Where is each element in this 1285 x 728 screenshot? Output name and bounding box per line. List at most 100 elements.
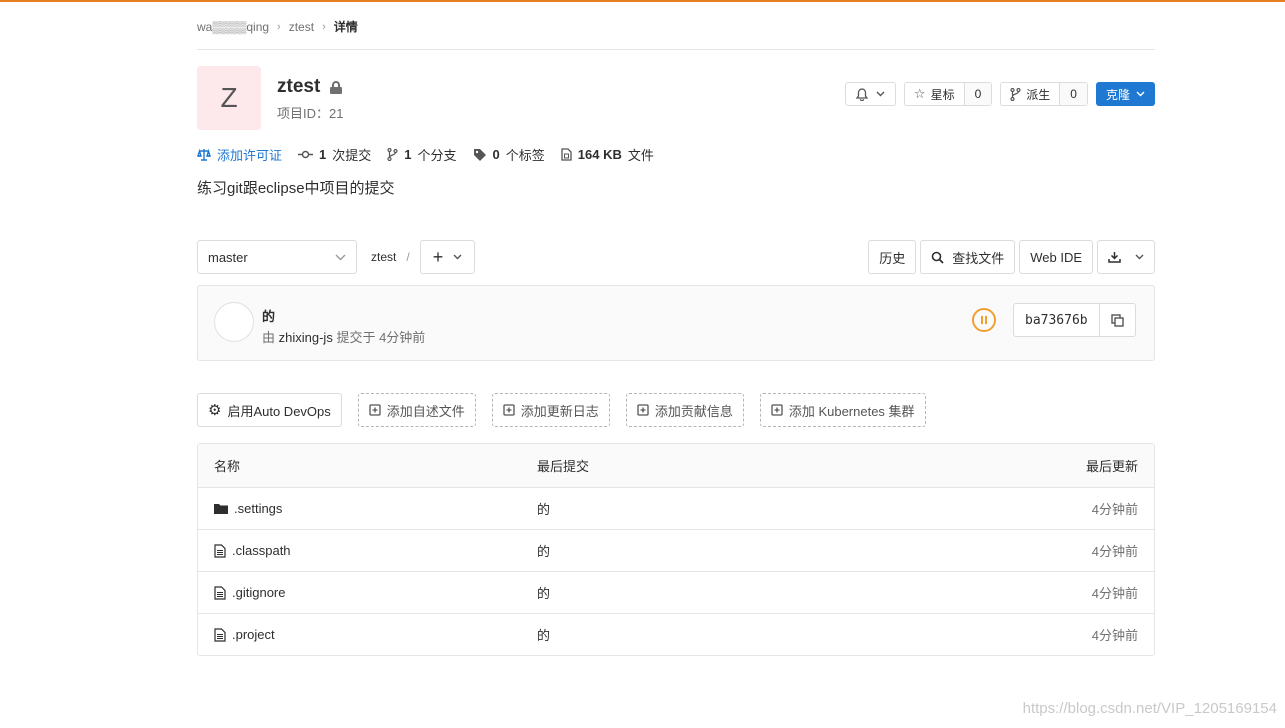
web-ide-label: Web IDE [1030, 249, 1082, 265]
commits-count: 1 [319, 147, 327, 162]
branches-label: 个分支 [417, 148, 457, 163]
auto-devops-button[interactable]: ⚙ 启用Auto DevOps [197, 393, 342, 427]
copy-sha-button[interactable] [1098, 304, 1135, 336]
branch-icon [387, 148, 398, 161]
star-label: 星标 [930, 87, 955, 102]
folder-icon [214, 504, 228, 514]
header-last-commit: 最后提交 [537, 459, 590, 474]
fork-count[interactable]: 0 [1059, 83, 1087, 105]
chevron-down-icon [876, 91, 885, 97]
add-changelog-button[interactable]: 添加更新日志 [491, 393, 610, 427]
branches-stat[interactable]: 1 个分支 [387, 145, 457, 164]
project-description: 练习git跟eclipse中项目的提交 [197, 180, 395, 197]
chevron-right-icon: › [277, 20, 281, 33]
web-ide-button[interactable]: Web IDE [1019, 240, 1093, 274]
file-name[interactable]: .settings [234, 501, 282, 516]
file-icon [214, 627, 226, 642]
commit-meta-prefix: 由 [262, 330, 276, 345]
last-commit-cell[interactable]: 的 [537, 499, 550, 518]
clone-button[interactable]: 克隆 [1095, 82, 1155, 106]
last-update-cell: 4分钟前 [1091, 502, 1138, 517]
last-commit-cell[interactable]: 的 [537, 583, 550, 602]
search-icon [931, 251, 944, 264]
chevron-down-icon [335, 254, 346, 260]
project-stats: 添加许可证 1 次提交 1 个分支 0 个标签 164 KB 文件 [197, 145, 654, 164]
find-file-label: 查找文件 [952, 250, 1005, 266]
add-kubernetes-button[interactable]: 添加 Kubernetes 集群 [759, 393, 926, 427]
pipeline-paused-icon[interactable] [972, 308, 996, 332]
clone-label: 克隆 [1105, 87, 1130, 102]
breadcrumb-owner[interactable]: wa▒▒▒▒qing [197, 20, 269, 34]
plus-square-icon [503, 404, 515, 416]
files-label: 文件 [627, 148, 654, 163]
add-readme-button[interactable]: 添加自述文件 [357, 393, 476, 427]
last-commit-cell[interactable]: 的 [537, 541, 550, 560]
plus-square-icon [771, 404, 783, 416]
author-avatar[interactable] [214, 302, 254, 342]
fork-button[interactable]: 派生 0 [1000, 82, 1088, 106]
project-avatar: Z [197, 66, 261, 130]
fork-icon [1010, 87, 1021, 101]
last-update-cell: 4分钟前 [1091, 586, 1138, 601]
commit-meta-suffix: 提交于 4分钟前 [336, 330, 426, 345]
fork-label: 派生 [1026, 87, 1051, 102]
file-icon [214, 543, 226, 558]
file-name-cell[interactable]: .classpath [214, 543, 291, 558]
commit-sha[interactable]: ba73676b [1014, 304, 1099, 336]
table-row[interactable]: .gitignore 的 4分钟前 [198, 571, 1154, 613]
branch-selector[interactable]: master [197, 240, 357, 274]
find-file-button[interactable]: 查找文件 [920, 240, 1016, 274]
add-contributing-button[interactable]: 添加贡献信息 [625, 393, 744, 427]
file-icon [561, 148, 572, 161]
files-size: 164 KB [577, 147, 622, 162]
history-label: 历史 [879, 250, 906, 266]
add-license-link[interactable]: 添加许可证 [197, 145, 282, 164]
file-name[interactable]: .classpath [232, 543, 291, 558]
file-name-cell[interactable]: .project [214, 627, 275, 642]
project-name: ztest [277, 76, 321, 97]
quick-actions: ⚙ 启用Auto DevOps 添加自述文件 添加更新日志 添加贡献信息 添加 … [197, 393, 926, 427]
table-row[interactable]: .project 的 4分钟前 [198, 613, 1154, 655]
breadcrumb-current[interactable]: 详情 [334, 18, 358, 35]
notification-button[interactable] [844, 82, 896, 106]
download-icon [1108, 252, 1121, 263]
gear-icon: ⚙ [208, 402, 222, 419]
file-name-cell[interactable]: .settings [214, 501, 282, 516]
commit-title[interactable]: 的 [262, 306, 275, 325]
commit-sha-group: ba73676b [1013, 303, 1136, 337]
files-stat[interactable]: 164 KB 文件 [561, 145, 654, 164]
star-count[interactable]: 0 [963, 83, 992, 105]
repo-path-root[interactable]: ztest [371, 250, 396, 264]
last-update-cell: 4分钟前 [1091, 544, 1138, 559]
last-update-cell: 4分钟前 [1091, 628, 1138, 643]
auto-devops-label: 启用Auto DevOps [227, 403, 331, 419]
history-button[interactable]: 历史 [868, 240, 917, 274]
lock-icon [330, 80, 343, 94]
star-button[interactable]: ☆ 星标 0 [903, 82, 993, 106]
plus-square-icon [369, 404, 381, 416]
table-row[interactable]: .settings 的 4分钟前 [198, 487, 1154, 529]
watermark: https://blog.csdn.net/VIP_1205169154 [1022, 700, 1277, 717]
tags-stat[interactable]: 0 个标签 [473, 145, 545, 164]
copy-icon [1110, 313, 1124, 327]
repo-path: ztest / [371, 250, 410, 264]
file-icon [214, 585, 226, 600]
last-commit-cell[interactable]: 的 [537, 625, 550, 644]
breadcrumb-project[interactable]: ztest [289, 20, 314, 34]
chevron-down-icon [1135, 254, 1144, 260]
download-dropdown[interactable] [1097, 240, 1155, 274]
file-name-cell[interactable]: .gitignore [214, 585, 285, 600]
toolbar-right: 历史 查找文件 Web IDE [868, 240, 1155, 274]
star-icon: ☆ [913, 86, 926, 101]
commits-stat[interactable]: 1 次提交 [298, 145, 371, 164]
commit-author[interactable]: zhixing-js [279, 330, 333, 345]
project-title: ztest [277, 76, 343, 98]
table-row[interactable]: .classpath 的 4分钟前 [198, 529, 1154, 571]
tags-count: 0 [492, 147, 500, 162]
file-name[interactable]: .project [232, 627, 275, 642]
file-name[interactable]: .gitignore [232, 585, 285, 600]
file-tree: 名称 最后提交 最后更新 .settings 的 4分钟前 .classpath… [197, 443, 1155, 656]
chevron-down-icon [1136, 91, 1145, 97]
chevron-down-icon [453, 254, 462, 260]
add-file-dropdown[interactable]: + [420, 240, 475, 274]
